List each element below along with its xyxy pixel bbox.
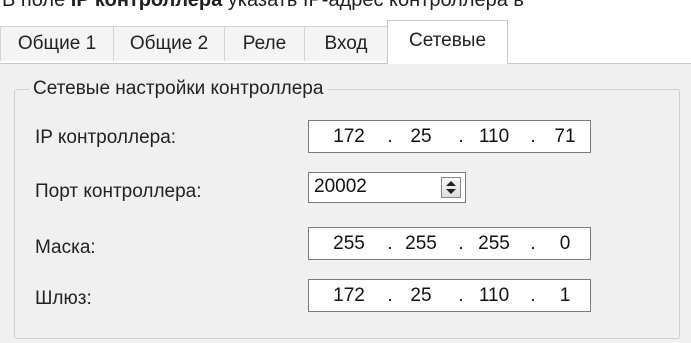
ip-label: IP контроллера:: [35, 127, 177, 148]
port-spin-buttons[interactable]: [441, 177, 461, 198]
ip-dot-2: .: [458, 126, 464, 147]
tab-input[interactable]: Вход: [304, 26, 388, 61]
ip-octet-2[interactable]: 25: [395, 121, 447, 152]
gateway-octet-2[interactable]: 25: [395, 280, 447, 311]
mask-octet-4[interactable]: 0: [539, 228, 591, 259]
gateway-dot-3: .: [530, 285, 536, 306]
group-title: Сетевые настройки контроллера: [29, 76, 328, 102]
gateway-octet-4[interactable]: 1: [539, 280, 591, 311]
port-spinbox[interactable]: 20002: [308, 172, 466, 203]
doc-text-prefix: В поле: [2, 0, 71, 11]
gateway-dot-2: .: [458, 285, 464, 306]
spin-down-arrow-icon[interactable]: [446, 189, 456, 194]
ip-dot-1: .: [387, 126, 393, 147]
doc-instruction-text: В поле IP контроллера указать IP-адрес к…: [2, 0, 524, 13]
port-label: Порт контроллера:: [35, 181, 202, 202]
mask-label: Маска:: [35, 237, 96, 258]
mask-dot-2: .: [458, 233, 464, 254]
ip-octet-1[interactable]: 172: [323, 121, 375, 152]
mask-octet-1[interactable]: 255: [323, 228, 375, 259]
gateway-label: Шлюз:: [35, 288, 92, 309]
mask-dot-1: .: [387, 233, 393, 254]
dialog-page: В поле IP контроллера указать IP-адрес к…: [0, 0, 691, 343]
mask-dot-3: .: [530, 233, 536, 254]
gateway-octet-3[interactable]: 110: [468, 280, 520, 311]
port-value[interactable]: 20002: [314, 173, 367, 201]
tab-general-2[interactable]: Общие 2: [113, 26, 225, 61]
doc-text-bold: IP контроллера: [70, 0, 223, 11]
subnet-mask-field[interactable]: 255 . 255 . 255 . 0: [308, 227, 591, 260]
doc-text-suffix: указать IP-адрес контроллера в: [222, 0, 525, 11]
mask-octet-3[interactable]: 255: [468, 228, 520, 259]
ip-octet-3[interactable]: 110: [468, 121, 520, 152]
ip-address-field[interactable]: 172 . 25 . 110 . 71: [308, 120, 591, 153]
gateway-dot-1: .: [387, 285, 393, 306]
spin-up-arrow-icon[interactable]: [446, 181, 456, 186]
tab-general-1[interactable]: Общие 1: [0, 26, 114, 61]
tab-network[interactable]: Сетевые: [387, 20, 508, 64]
tab-panel-network: Сетевые настройки контроллера IP контрол…: [0, 63, 691, 343]
mask-octet-2[interactable]: 255: [395, 228, 447, 259]
gateway-octet-1[interactable]: 172: [323, 280, 375, 311]
gateway-field[interactable]: 172 . 25 . 110 . 1: [308, 279, 591, 312]
ip-octet-4[interactable]: 71: [539, 121, 591, 152]
network-settings-group: Сетевые настройки контроллера IP контрол…: [14, 76, 680, 339]
ip-dot-3: .: [530, 126, 536, 147]
tab-relay[interactable]: Реле: [224, 26, 305, 61]
